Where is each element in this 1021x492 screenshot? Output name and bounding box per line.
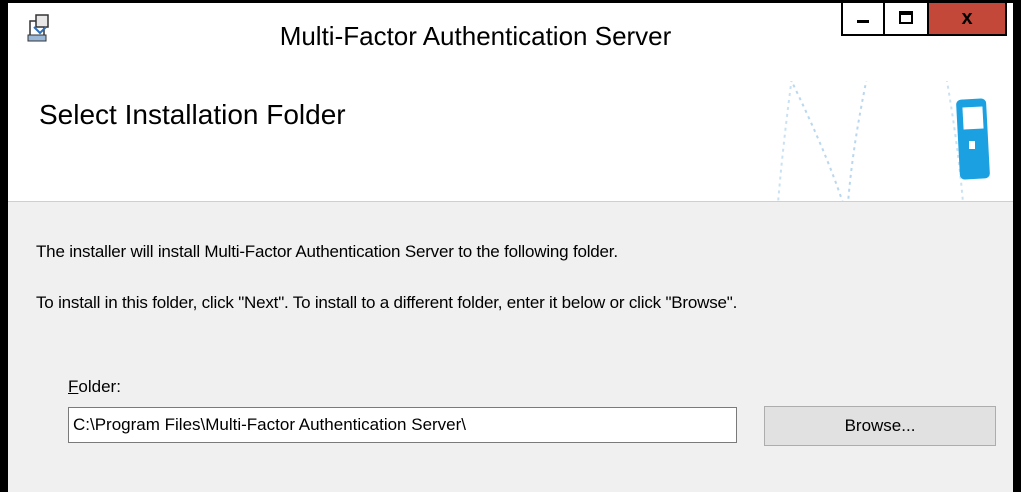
- folder-label: Folder:: [68, 377, 121, 397]
- folder-label-accelerator: F: [68, 377, 79, 396]
- folder-label-text: older:: [78, 377, 121, 396]
- install-instructions: To install in this folder, click "Next".…: [36, 293, 738, 312]
- maximize-button[interactable]: [885, 3, 929, 36]
- close-button[interactable]: x: [929, 3, 1007, 36]
- install-description: The installer will install Multi-Factor …: [36, 242, 618, 261]
- close-icon: x: [961, 6, 973, 29]
- window-title: Multi-Factor Authentication Server: [279, 21, 672, 51]
- minimize-button[interactable]: [841, 3, 885, 36]
- folder-path-input[interactable]: [68, 407, 737, 443]
- title-bar: Multi-Factor Authentication Server x: [8, 3, 1013, 82]
- phone-lock-icon: [956, 98, 990, 180]
- minimize-icon: [857, 20, 869, 23]
- page-title: Select Installation Folder: [39, 99, 346, 130]
- browse-button[interactable]: Browse...: [764, 406, 996, 446]
- header-decoration: [777, 81, 990, 201]
- maximize-icon: [899, 11, 913, 24]
- wizard-header: Select Installation Folder: [8, 81, 1013, 202]
- installer-app-icon: [27, 14, 49, 42]
- installer-window: Multi-Factor Authentication Server x Sel…: [0, 0, 1021, 492]
- wizard-content: The installer will install Multi-Factor …: [8, 202, 1013, 492]
- window-controls: x: [841, 3, 1007, 42]
